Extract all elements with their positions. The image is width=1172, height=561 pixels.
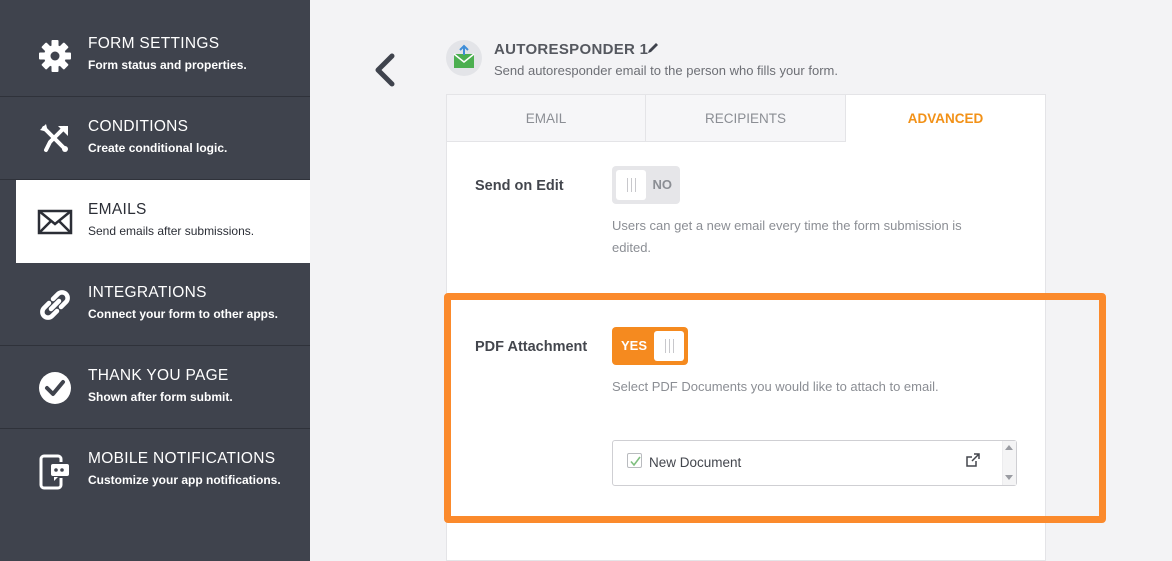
sidebar-item-mobile-notifications[interactable]: MOBILE NOTIFICATIONS Customize your app …: [0, 429, 310, 512]
scroll-up-arrow-icon[interactable]: [1005, 445, 1013, 450]
send-on-edit-description: Users can get a new email every time the…: [612, 215, 962, 259]
gear-icon: [39, 40, 71, 72]
tab-advanced[interactable]: ADVANCED: [846, 95, 1045, 142]
pdf-attachment-description: Select PDF Documents you would like to a…: [612, 379, 939, 394]
description-line: edited.: [612, 240, 652, 255]
check-circle-icon: [39, 372, 71, 404]
sidebar: FORM SETTINGS Form status and properties…: [0, 0, 310, 561]
tab-recipients[interactable]: RECIPIENTS: [646, 95, 846, 142]
sidebar-item-title: FORM SETTINGS: [88, 35, 220, 52]
sidebar-item-emails[interactable]: EMAILS Send emails after submissions.: [16, 180, 310, 263]
mobile-notification-icon: [39, 454, 71, 490]
edit-pencil-icon[interactable]: [646, 41, 660, 55]
sidebar-item-conditions[interactable]: CONDITIONS Create conditional logic.: [0, 97, 310, 180]
toggle-state-text: NO: [652, 177, 673, 192]
document-checkbox[interactable]: [627, 453, 642, 468]
checkmark-icon: [630, 456, 641, 467]
sidebar-item-subtitle: Send emails after submissions.: [88, 224, 255, 238]
sidebar-item-subtitle: Create conditional logic.: [88, 141, 228, 155]
sidebar-item-title: MOBILE NOTIFICATIONS: [88, 450, 276, 467]
sidebar-item-subtitle: Connect your form to other apps.: [88, 307, 279, 321]
sidebar-item-form-settings[interactable]: FORM SETTINGS Form status and properties…: [0, 14, 310, 97]
toggle-state-text: YES: [621, 338, 648, 353]
page-subtitle: Send autoresponder email to the person w…: [494, 63, 838, 78]
sidebar-item-thank-you-page[interactable]: THANK YOU PAGE Shown after form submit.: [0, 346, 310, 429]
conditions-icon: [40, 124, 68, 152]
pdf-attachment-label: PDF Attachment: [475, 339, 588, 355]
sidebar-item-integrations[interactable]: INTEGRATIONS Connect your form to other …: [0, 263, 310, 346]
tab-bar: EMAIL RECIPIENTS ADVANCED: [447, 95, 1045, 142]
document-name: New Document: [649, 455, 742, 470]
toggle-knob: [654, 331, 684, 361]
page-title: AUTORESPONDER 1: [494, 41, 649, 58]
sidebar-item-title: INTEGRATIONS: [88, 284, 207, 301]
scroll-down-arrow-icon[interactable]: [1005, 475, 1013, 480]
external-link-icon[interactable]: [965, 452, 981, 468]
send-on-edit-toggle[interactable]: NO: [612, 166, 680, 204]
sidebar-item-subtitle: Form status and properties.: [88, 58, 247, 72]
sidebar-item-title: EMAILS: [88, 201, 147, 218]
envelope-icon: [37, 209, 73, 235]
tab-email[interactable]: EMAIL: [447, 95, 646, 142]
highlight-box: [444, 293, 1106, 523]
description-line: Users can get a new email every time the…: [612, 218, 962, 233]
autoresponder-icon: [446, 40, 482, 76]
sidebar-item-subtitle: Shown after form submit.: [88, 390, 233, 404]
sidebar-item-title: THANK YOU PAGE: [88, 367, 229, 384]
send-on-edit-label: Send on Edit: [475, 178, 564, 194]
toggle-knob: [616, 170, 646, 200]
pdf-attachment-toggle[interactable]: YES: [612, 327, 688, 365]
back-chevron-icon[interactable]: [370, 52, 400, 88]
document-list-scrollbar[interactable]: [1002, 441, 1016, 485]
link-icon: [40, 290, 70, 320]
sidebar-item-title: CONDITIONS: [88, 118, 189, 135]
pdf-document-list: New Document: [612, 440, 1017, 486]
sidebar-item-subtitle: Customize your app notifications.: [88, 473, 281, 487]
